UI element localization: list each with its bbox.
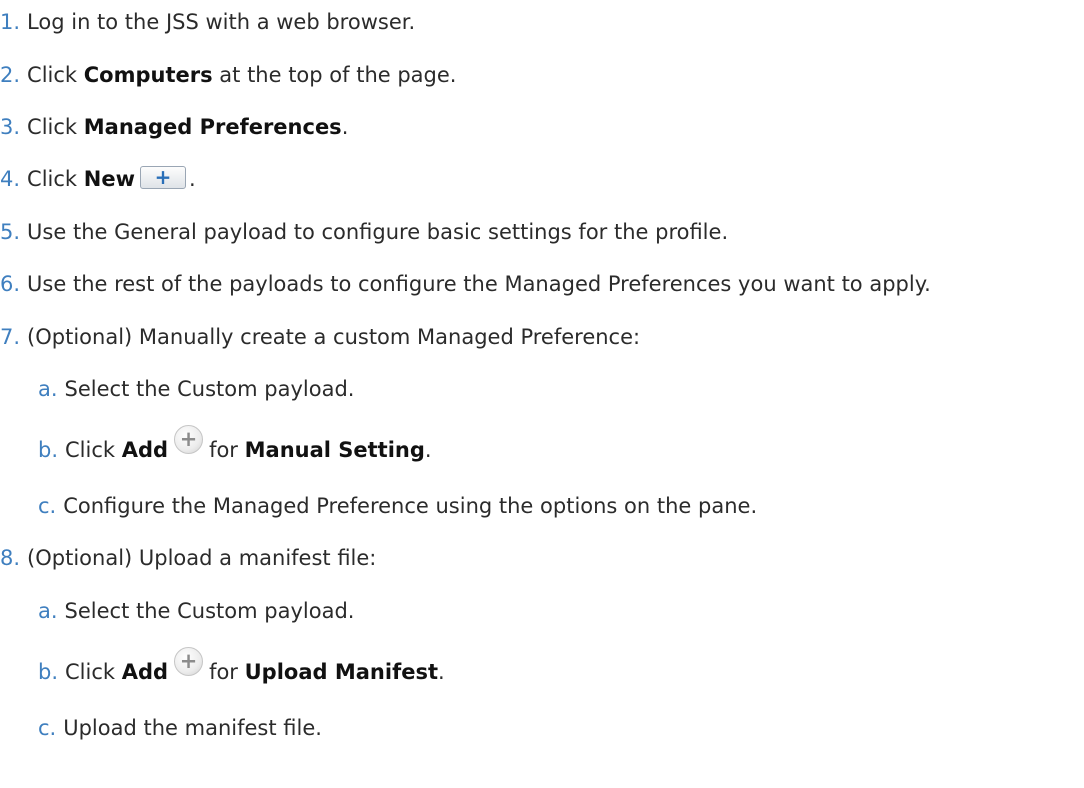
substep-letter: b. — [38, 438, 59, 462]
step-7a: a. Select the Custom payload. — [38, 374, 354, 404]
step-2: 2. Click Computers at the top of the page… — [0, 60, 456, 90]
step-number: 4. — [0, 167, 21, 191]
new-button-icon: + — [139, 165, 186, 189]
step-number: 5. — [0, 220, 21, 244]
substep-letter: c. — [38, 494, 57, 518]
ui-term-add: Add — [121, 660, 169, 684]
plus-icon: + — [179, 427, 198, 451]
step-1: 1. Log in to the JSS with a web browser. — [0, 7, 415, 37]
step-text: . — [437, 660, 445, 684]
plus-icon: + — [154, 165, 172, 189]
ui-term-managed-preferences: Managed Preferences — [83, 115, 342, 139]
step-number: 2. — [0, 63, 21, 87]
step-text: . — [424, 438, 432, 462]
step-7b: b. Click Add + for Manual Setting. — [38, 425, 432, 463]
step-text: Use the rest of the payloads to configur… — [27, 272, 931, 296]
step-3: 3. Click Managed Preferences. — [0, 112, 348, 142]
step-8c: c. Upload the manifest file. — [38, 713, 322, 743]
plus-icon: + — [179, 649, 198, 673]
step-text: for — [209, 660, 245, 684]
step-text: Select the Custom payload. — [64, 599, 355, 623]
ui-term-upload-manifest: Upload Manifest — [244, 660, 438, 684]
step-text: Select the Custom payload. — [64, 377, 355, 401]
ui-term-new: New — [83, 167, 135, 191]
step-number: 6. — [0, 272, 21, 296]
step-text: Configure the Managed Preference using t… — [63, 494, 758, 518]
ui-term-manual-setting: Manual Setting — [244, 438, 425, 462]
add-circle-icon: + — [174, 425, 204, 454]
step-text: for — [209, 438, 245, 462]
step-text: . — [188, 167, 196, 191]
step-text: Use the General payload to configure bas… — [27, 220, 729, 244]
step-text: Log in to the JSS with a web browser. — [27, 10, 416, 34]
step-8b: b. Click Add + for Upload Manifest. — [38, 647, 445, 685]
step-8: 8. (Optional) Upload a manifest file: — [0, 543, 376, 573]
add-circle-icon: + — [174, 647, 204, 676]
substep-letter: b. — [38, 660, 59, 684]
step-text: Click — [27, 63, 84, 87]
step-text: (Optional) Upload a manifest file: — [27, 546, 377, 570]
substep-letter: a. — [38, 599, 58, 623]
step-number: 8. — [0, 546, 21, 570]
step-7: 7. (Optional) Manually create a custom Ma… — [0, 322, 640, 352]
step-text: Click — [27, 115, 84, 139]
substep-letter: a. — [38, 377, 58, 401]
substep-letter: c. — [38, 716, 57, 740]
step-7c: c. Configure the Managed Preference using… — [38, 491, 757, 521]
step-number: 1. — [0, 10, 21, 34]
step-number: 3. — [0, 115, 21, 139]
step-text: at the top of the page. — [212, 63, 457, 87]
step-text: . — [341, 115, 349, 139]
step-8a: a. Select the Custom payload. — [38, 596, 354, 626]
step-text: (Optional) Manually create a custom Mana… — [27, 325, 641, 349]
ui-term-computers: Computers — [83, 63, 213, 87]
step-5: 5. Use the General payload to configure b… — [0, 217, 728, 247]
ui-term-add: Add — [121, 438, 169, 462]
step-number: 7. — [0, 325, 21, 349]
step-4: 4. Click New +. — [0, 164, 196, 194]
step-6: 6. Use the rest of the payloads to config… — [0, 269, 931, 299]
step-text: Click — [65, 660, 122, 684]
step-text: Click — [27, 167, 84, 191]
step-text: Upload the manifest file. — [63, 716, 322, 740]
step-text: Click — [65, 438, 122, 462]
